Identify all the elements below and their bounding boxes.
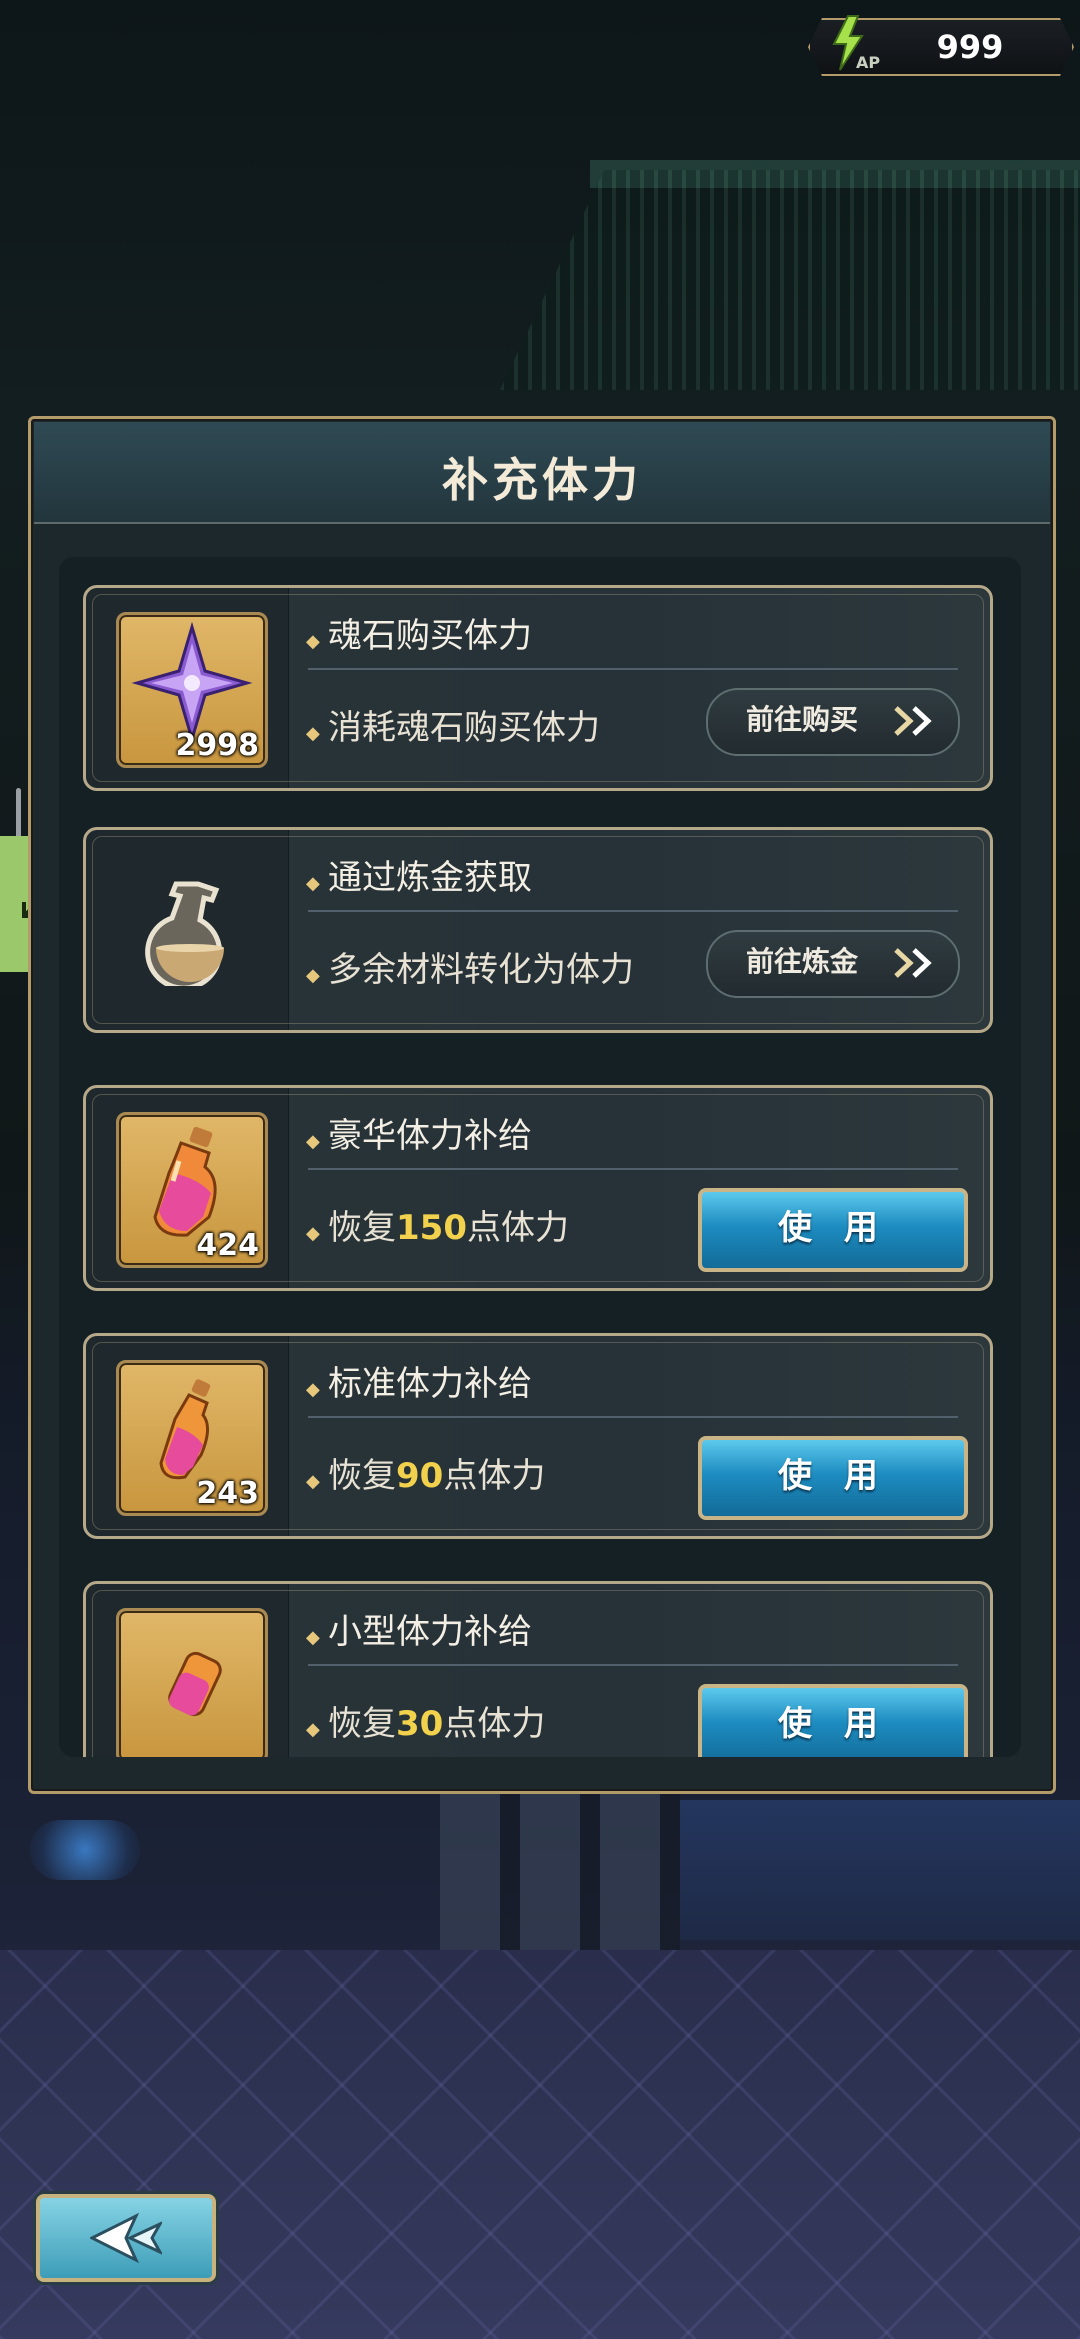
double-chevron-right-icon bbox=[894, 706, 932, 736]
use-small-potion-button[interactable]: 使 用 bbox=[698, 1684, 968, 1757]
small-stamina-potion-icon bbox=[168, 1651, 222, 1717]
entry-description: ◆ 消耗魂石购买体力 bbox=[306, 708, 600, 748]
bullet-icon: ◆ bbox=[306, 1223, 320, 1244]
entry-title: ◆ 标准体力补给 bbox=[306, 1364, 532, 1404]
back-button[interactable] bbox=[36, 2194, 216, 2282]
background-counter bbox=[680, 1800, 1080, 1940]
panel-header: 补充体力 bbox=[34, 422, 1050, 524]
entry-title: ◆ 通过炼金获取 bbox=[306, 858, 532, 898]
entry-divider bbox=[308, 1416, 958, 1418]
go-alchemy-label: 前往炼金 bbox=[746, 945, 859, 978]
entry-description: ◆ 恢复150点体力 bbox=[306, 1208, 569, 1248]
restore-amount: 90 bbox=[396, 1456, 444, 1496]
item-frame: 424 bbox=[116, 1112, 268, 1268]
list-item-alchemy: ◆ 通过炼金获取 ◆ 多余材料转化为体力 前往炼金 bbox=[83, 827, 993, 1033]
ap-lightning-icon: AP bbox=[832, 15, 880, 72]
bullet-icon: ◆ bbox=[306, 965, 320, 986]
item-frame bbox=[116, 1608, 268, 1757]
list-item-large-potion: 424 ◆ 豪华体力补给 ◆ 恢复150点体力 使 用 bbox=[83, 1085, 993, 1291]
bullet-icon: ◆ bbox=[306, 1379, 320, 1400]
entry-description: ◆ 多余材料转化为体力 bbox=[306, 950, 634, 990]
list-item-soul-stone: 2998 ◆ 魂石购买体力 ◆ 消耗魂石购买体力 前往购买 bbox=[83, 585, 993, 791]
bullet-icon: ◆ bbox=[306, 1131, 320, 1152]
bullet-icon: ◆ bbox=[306, 873, 320, 894]
go-alchemy-button[interactable]: 前往炼金 bbox=[706, 930, 960, 998]
background-shelf bbox=[440, 1790, 680, 1970]
bullet-icon: ◆ bbox=[306, 1471, 320, 1492]
item-frame: 243 bbox=[116, 1360, 268, 1516]
item-frame: 2998 bbox=[116, 612, 268, 768]
flask-icon bbox=[145, 881, 224, 986]
restore-amount: 30 bbox=[396, 1704, 444, 1744]
background-roof bbox=[500, 170, 1080, 390]
use-large-potion-button[interactable]: 使 用 bbox=[698, 1188, 968, 1272]
go-purchase-label: 前往购买 bbox=[746, 703, 859, 736]
item-count: 243 bbox=[196, 1476, 259, 1511]
go-purchase-button[interactable]: 前往购买 bbox=[706, 688, 960, 756]
item-count: 2998 bbox=[175, 728, 260, 763]
ap-label: AP bbox=[856, 53, 880, 72]
bullet-icon: ◆ bbox=[306, 1719, 320, 1740]
entry-divider bbox=[308, 910, 958, 912]
ap-value: 999 bbox=[936, 28, 1004, 66]
entry-divider bbox=[308, 668, 958, 670]
stamina-source-list[interactable]: 2998 ◆ 魂石购买体力 ◆ 消耗魂石购买体力 前往购买 ◆ 通过炼金获取 ◆… bbox=[59, 557, 1021, 1757]
double-chevron-right-icon bbox=[894, 948, 932, 978]
entry-title: ◆ 豪华体力补给 bbox=[306, 1116, 532, 1156]
background-lamp bbox=[30, 1820, 140, 1880]
entry-divider bbox=[308, 1664, 958, 1666]
use-medium-potion-button[interactable]: 使 用 bbox=[698, 1436, 968, 1520]
bullet-icon: ◆ bbox=[306, 1627, 320, 1648]
panel-title: 补充体力 bbox=[442, 453, 642, 507]
entry-description: ◆ 恢复90点体力 bbox=[306, 1456, 546, 1496]
entry-divider bbox=[308, 1168, 958, 1170]
restore-stamina-panel: 补充体力 2998 ◆ 魂石购买体力 ◆ 消耗魂石购买体力 前往购买 ◆ 通过炼… bbox=[28, 416, 1056, 1794]
bullet-icon: ◆ bbox=[306, 723, 320, 744]
list-item-small-potion: ◆ 小型体力补给 ◆ 恢复30点体力 使 用 bbox=[83, 1581, 993, 1757]
entry-description: ◆ 恢复30点体力 bbox=[306, 1704, 546, 1744]
entry-title: ◆ 魂石购买体力 bbox=[306, 616, 532, 656]
list-item-medium-potion: 243 ◆ 标准体力补给 ◆ 恢复90点体力 使 用 bbox=[83, 1333, 993, 1539]
item-count: 424 bbox=[196, 1228, 259, 1263]
restore-amount: 150 bbox=[396, 1208, 467, 1248]
back-arrow-icon bbox=[90, 2212, 162, 2264]
entry-title: ◆ 小型体力补给 bbox=[306, 1612, 532, 1652]
bullet-icon: ◆ bbox=[306, 631, 320, 652]
